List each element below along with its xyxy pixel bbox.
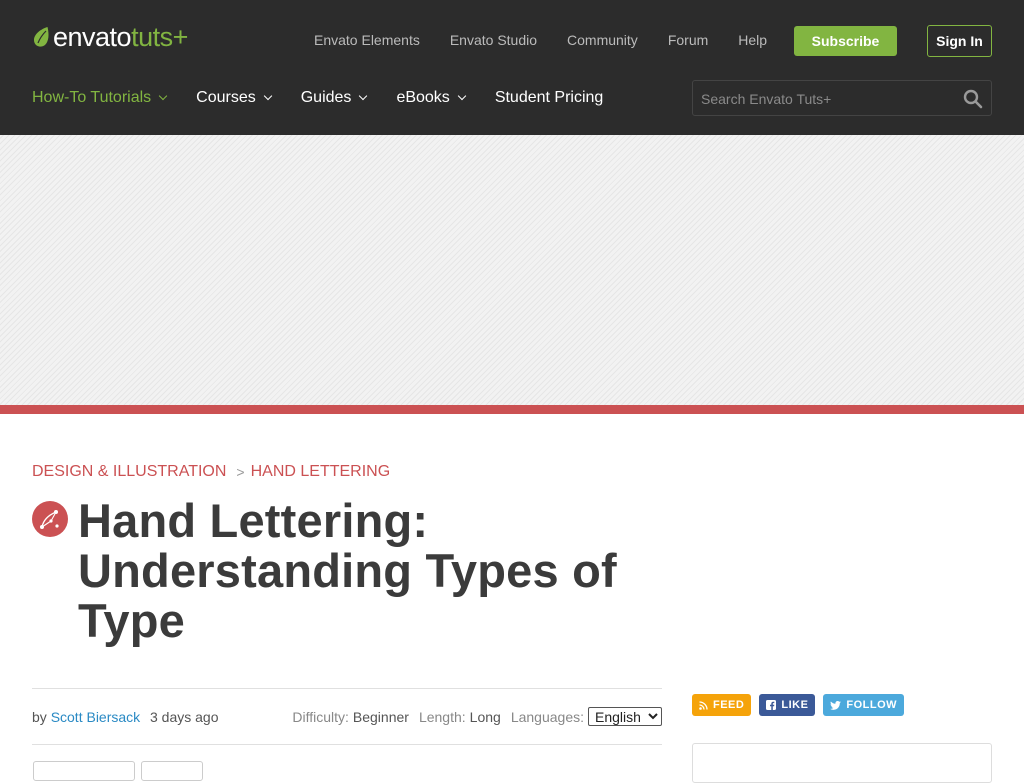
length-value: Long bbox=[469, 708, 501, 725]
logo-text-tuts: tuts+ bbox=[131, 21, 188, 52]
envato-tuts-logo[interactable]: envato tuts+ bbox=[32, 22, 188, 52]
difficulty-label: Difficulty: bbox=[292, 708, 349, 725]
chevron-down-icon bbox=[158, 91, 168, 101]
nav-label: eBooks bbox=[396, 89, 450, 106]
article-meta: by Scott Biersack 3 days ago Difficulty:… bbox=[32, 707, 662, 727]
difficulty-value: Beginner bbox=[352, 708, 409, 725]
nav-label: How-To Tutorials bbox=[32, 89, 152, 106]
byline: by Scott Biersack bbox=[32, 709, 140, 725]
leaf-icon bbox=[34, 27, 49, 47]
follow-label: FOLLOW bbox=[846, 699, 898, 711]
feed-button[interactable]: FEED bbox=[692, 694, 752, 716]
search-box bbox=[692, 80, 992, 116]
publish-date: 3 days ago bbox=[150, 709, 219, 725]
topnav-envato-studio[interactable]: Envato Studio bbox=[450, 31, 537, 49]
top-nav: Envato Elements Envato Studio Community … bbox=[314, 31, 797, 49]
languages-label: Languages: bbox=[510, 708, 584, 725]
nav-label: Student Pricing bbox=[494, 89, 604, 106]
nav-how-to-tutorials[interactable]: How-To Tutorials bbox=[32, 88, 168, 108]
chevron-down-icon bbox=[457, 91, 467, 101]
twitter-icon bbox=[830, 700, 842, 710]
nav-courses[interactable]: Courses bbox=[196, 88, 272, 108]
length-label: Length: bbox=[418, 708, 466, 725]
nav-ebooks[interactable]: eBooks bbox=[396, 88, 467, 108]
sign-in-button[interactable]: Sign In bbox=[927, 25, 992, 57]
by-label: by bbox=[32, 709, 47, 725]
category-color-bar bbox=[0, 405, 1024, 414]
article-action-button[interactable] bbox=[33, 761, 135, 781]
topnav-community[interactable]: Community bbox=[567, 31, 638, 49]
language-select[interactable]: English bbox=[588, 707, 662, 726]
logo-text-envato: envato bbox=[53, 21, 132, 52]
main-nav: How-To Tutorials Courses Guides eBooks S… bbox=[32, 88, 633, 108]
breadcrumb-design-illustration[interactable]: DESIGN & ILLUSTRATION bbox=[32, 463, 226, 481]
vector-pen-icon bbox=[32, 501, 68, 537]
nav-label: Guides bbox=[300, 89, 352, 106]
topnav-envato-elements[interactable]: Envato Elements bbox=[314, 31, 420, 49]
breadcrumb-separator: > bbox=[236, 464, 245, 480]
rss-icon bbox=[699, 700, 708, 710]
breadcrumb-hand-lettering[interactable]: HAND LETTERING bbox=[251, 463, 391, 481]
feed-label: FEED bbox=[713, 699, 745, 711]
nav-label: Courses bbox=[196, 89, 256, 106]
chevron-down-icon bbox=[359, 91, 368, 101]
search-icon[interactable] bbox=[963, 89, 983, 109]
article-title: Hand Lettering: Understanding Types of T… bbox=[78, 494, 617, 647]
meta-details: Difficulty: Beginner Length: Long Langua… bbox=[292, 707, 662, 726]
hero-banner bbox=[0, 135, 1024, 405]
site-header: envato tuts+ Envato Elements Envato Stud… bbox=[0, 0, 1024, 135]
author-link[interactable]: Scott Biersack bbox=[51, 709, 140, 725]
topnav-help[interactable]: Help bbox=[738, 31, 767, 49]
breadcrumb: DESIGN & ILLUSTRATION > HAND LETTERING bbox=[32, 463, 390, 481]
divider bbox=[32, 744, 662, 745]
topnav-forum[interactable]: Forum bbox=[668, 31, 708, 49]
chevron-down-icon bbox=[263, 91, 272, 101]
social-buttons: FEED LIKE FOLLOW bbox=[692, 694, 912, 716]
nav-guides[interactable]: Guides bbox=[300, 88, 368, 108]
divider bbox=[32, 688, 662, 689]
facebook-icon bbox=[766, 700, 777, 710]
twitter-follow-button[interactable]: FOLLOW bbox=[823, 694, 905, 716]
sidebar-panel bbox=[692, 743, 992, 783]
facebook-like-button[interactable]: LIKE bbox=[759, 694, 816, 716]
search-input[interactable] bbox=[701, 89, 951, 109]
article-action-button[interactable] bbox=[141, 761, 203, 781]
like-label: LIKE bbox=[781, 699, 809, 711]
subscribe-button[interactable]: Subscribe bbox=[794, 26, 897, 56]
nav-student-pricing[interactable]: Student Pricing bbox=[495, 88, 604, 108]
